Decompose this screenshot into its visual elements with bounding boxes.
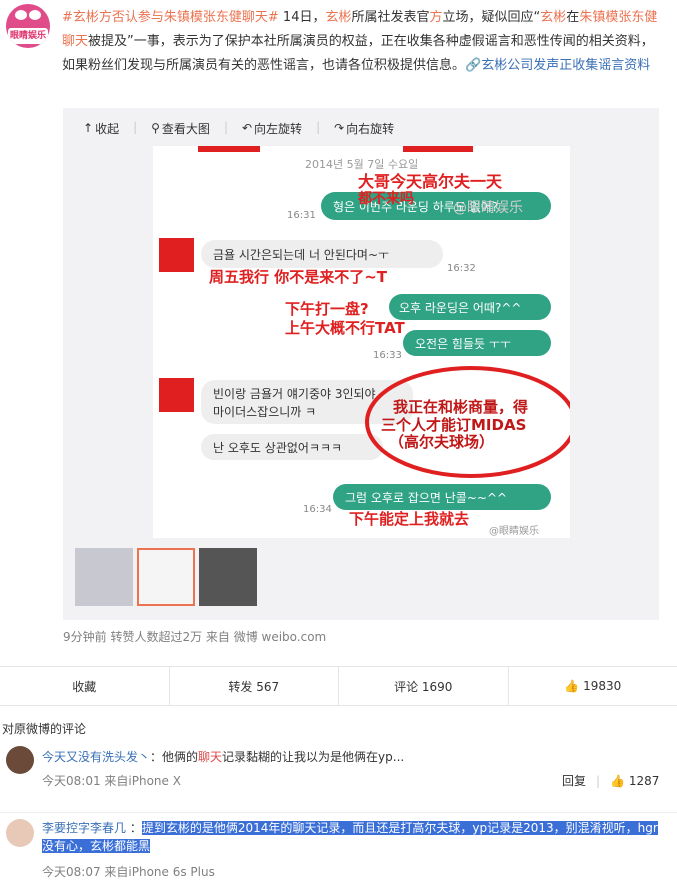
view-large-label: 查看大图 <box>162 120 210 137</box>
comments-section-title: 对原微博的评论 <box>2 720 86 737</box>
chat-message-ko: 마이더스잡으니까 ㅋ <box>213 405 316 419</box>
action-bar: 收藏 转发 567 评论 1690 👍 19830 <box>0 666 677 706</box>
repost-label: 转发 567 <box>228 678 279 695</box>
rotate-left-label: 向左旋转 <box>254 120 302 137</box>
post-text: #玄彬方否认参与朱镇模张东健聊天# 14日，玄彬所属社发表官方立场，疑似回应“玄… <box>62 6 662 78</box>
rotate-right-icon: ↷ <box>334 121 344 135</box>
collapse-button[interactable]: ↑收起 <box>83 120 119 136</box>
article-link-label: 玄彬公司发声正收集谣言资料 <box>481 58 650 73</box>
comment-actions: 回复 | 👍 1287 <box>562 772 659 789</box>
chat-translation: 下午打一盘? <box>285 300 369 318</box>
thumbs-up-icon: 👍 <box>610 774 625 788</box>
comment-text-segment: ：他俩的 <box>150 750 198 764</box>
mention-link[interactable]: 玄彬 <box>540 10 566 25</box>
avatar-badge: 眼睛娱乐 <box>8 28 48 44</box>
media-viewer: ↑收起 | ⚲查看大图 | ↶向左旋转 | ↷向右旋转 2014년 5월 7일 … <box>63 108 659 620</box>
comment-text-segment: 记录黏糊的让我以为是他俩在yp... <box>222 750 404 764</box>
chat-message-ko: 그럼 오후로 잡으면 난콜~~^^ <box>345 491 507 505</box>
chat-time: 16:32 <box>447 263 476 274</box>
chat-translation: 上午大概不行TAT <box>285 319 406 337</box>
commenter-avatar[interactable] <box>6 819 34 847</box>
comment-text: 李要控字李春几 ：提到玄彬的是他俩2014年的聊天记录，而且还是打高尔夫球，yp… <box>42 819 660 855</box>
thumbnail-strip <box>75 548 257 606</box>
chat-message-ko: 빈이랑 금욜거 얘기중야 3인되야 <box>213 387 376 401</box>
collapse-label: 收起 <box>95 120 119 137</box>
poster-avatar[interactable]: 眼睛娱乐 <box>6 4 50 48</box>
chat-time: 16:31 <box>287 210 316 221</box>
topic-tag-link[interactable]: #玄彬方否认参与朱镇模张东健聊天# <box>62 10 279 25</box>
zoom-icon: ⚲ <box>151 121 160 135</box>
like-button[interactable]: 👍 19830 <box>509 667 677 705</box>
post-text-segment: 立场，疑似回应“ <box>443 10 541 25</box>
weibo-post: 眼睛娱乐 #玄彬方否认参与朱镇模张东健聊天# 14日，玄彬所属社发表官方立场，疑… <box>0 0 677 706</box>
repost-button[interactable]: 转发 567 <box>170 667 340 705</box>
chat-screenshot-image[interactable]: 2014년 5월 7일 수요일 형은 이번주 라운딩 하루도 없어? 16:31… <box>153 146 570 538</box>
reply-button[interactable]: 回复 <box>562 772 586 789</box>
comment-like-count: 1287 <box>629 774 660 788</box>
toolbar-divider: | <box>133 120 137 136</box>
sender-avatar-redacted <box>159 238 194 272</box>
thumbnail-3[interactable] <box>199 548 257 606</box>
chat-time: 16:33 <box>373 350 402 361</box>
chat-translation: 下午能定上我就去 <box>349 510 469 528</box>
redaction-block <box>403 146 473 152</box>
rotate-left-button[interactable]: ↶向左旋转 <box>242 120 302 136</box>
post-text-segment: 在 <box>566 10 579 25</box>
keyword-link[interactable]: 聊天 <box>198 750 222 764</box>
thumbnail-1[interactable] <box>75 548 133 606</box>
avatar-eye-left <box>15 10 27 20</box>
favorite-label: 收藏 <box>72 678 96 695</box>
thumbs-up-icon: 👍 <box>564 679 579 693</box>
comment-item: 李要控字李春几 ：提到玄彬的是他俩2014年的聊天记录，而且还是打高尔夫球，yp… <box>0 812 677 873</box>
media-toolbar: ↑收起 | ⚲查看大图 | ↶向左旋转 | ↷向右旋转 <box>83 120 394 136</box>
divider: | <box>596 774 600 788</box>
sender-avatar-redacted <box>159 378 194 412</box>
chat-translation: 周五我行 你不是来不了~T <box>209 268 388 286</box>
post-text-segment: 14日， <box>279 10 326 25</box>
collapse-icon: ↑ <box>83 121 93 135</box>
post-meta: 9分钟前 转赞人数超过2万 来自 微博 weibo.com <box>63 628 326 645</box>
chat-translation: （高尔夫球场） <box>389 433 494 451</box>
favorite-button[interactable]: 收藏 <box>0 667 170 705</box>
view-large-button[interactable]: ⚲查看大图 <box>151 120 210 136</box>
chat-message-ko: 오후 라운딩은 어때?^^ <box>399 301 521 315</box>
chat-translation: 我正在和彬商量，得 <box>393 398 528 416</box>
chat-translation: 三个人才能订MIDAS <box>381 416 526 434</box>
chat-time: 16:34 <box>303 504 332 515</box>
comment-like-button[interactable]: 👍 1287 <box>610 774 659 788</box>
comment-text: 今天又没有洗头发丶：他俩的聊天记录黏糊的让我以为是他俩在yp... <box>42 748 404 766</box>
watermark-text: @眼睛娱乐 <box>453 200 523 216</box>
chat-message-ko: 난 오후도 상관없어ㅋㅋㅋ <box>213 441 342 455</box>
chat-translation: 大哥今天高尔夫一天 <box>358 172 503 191</box>
commenter-name-link[interactable]: 今天又没有洗头发丶 <box>42 750 150 764</box>
comment-item: 今天又没有洗头发丶：他俩的聊天记录黏糊的让我以为是他俩在yp... 今天08:0… <box>0 744 677 794</box>
chat-message-ko: 오전은 힘들듯 ㅜㅜ <box>415 337 511 351</box>
avatar-eye-right <box>29 10 41 20</box>
image-watermark: @眼睛娱乐 <box>489 524 539 537</box>
chat-date: 2014년 5월 7일 수요일 <box>305 157 418 171</box>
comment-text-selected: 提到玄彬的是他俩2014年的聊天记录，而且还是打高尔夫球，yp记录是2013，别… <box>42 821 658 853</box>
mention-link[interactable]: 玄彬 <box>325 10 351 25</box>
post-text-segment: 所属社发表官 <box>352 10 430 25</box>
redaction-block <box>198 146 260 152</box>
rotate-right-label: 向右旋转 <box>346 120 394 137</box>
like-count: 19830 <box>583 679 621 693</box>
comment-label: 评论 1690 <box>394 678 452 695</box>
toolbar-divider: | <box>316 120 320 136</box>
chat-screenshot-drawing: 2014년 5월 7일 수요일 형은 이번주 라운딩 하루도 없어? 16:31… <box>153 146 570 538</box>
comment-button[interactable]: 评论 1690 <box>339 667 509 705</box>
commenter-avatar[interactable] <box>6 746 34 774</box>
keyword-link[interactable]: 方 <box>430 10 443 25</box>
article-link[interactable]: 🔗玄彬公司发声正收集谣言资料 <box>465 58 650 73</box>
thumbnail-2-selected[interactable] <box>137 548 195 606</box>
toolbar-divider: | <box>224 120 228 136</box>
commenter-name-link[interactable]: 李要控字李春几 <box>42 821 126 835</box>
rotate-left-icon: ↶ <box>242 121 252 135</box>
chat-translation: 都不来吗 <box>357 191 414 207</box>
rotate-right-button[interactable]: ↷向右旋转 <box>334 120 394 136</box>
chat-message-ko: 금욜 시간은되는데 너 안된다며~ㅜ <box>213 248 389 262</box>
comment-meta: 今天08:01 来自iPhone X <box>42 772 181 789</box>
